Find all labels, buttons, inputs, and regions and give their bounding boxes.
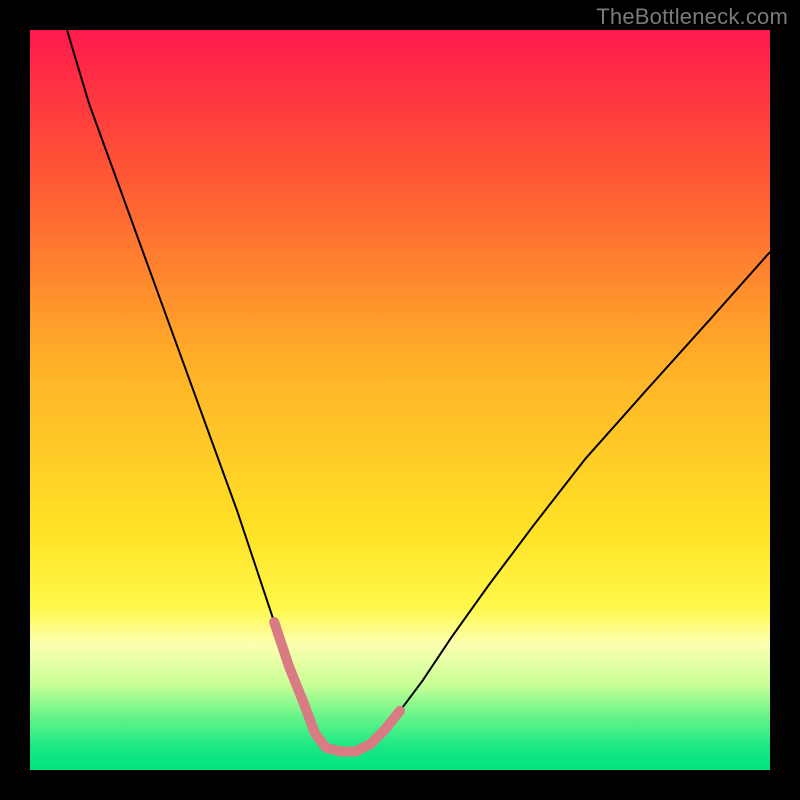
bottleneck-chart [30,30,770,770]
chart-background [30,30,770,770]
chart-frame: { "watermark": "TheBottleneck.com", "cha… [0,0,800,800]
watermark-text: TheBottleneck.com [596,4,788,30]
